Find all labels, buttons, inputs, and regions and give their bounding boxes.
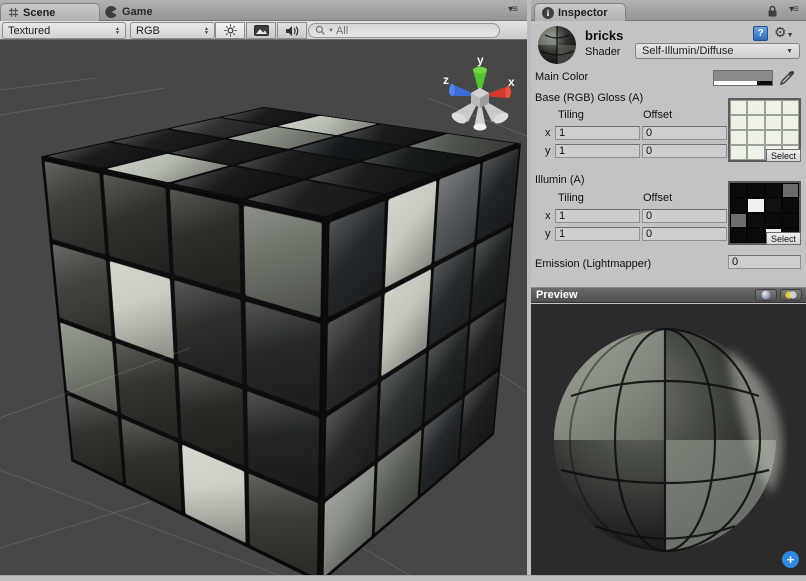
popup-arrows-icon: ▲▼ (109, 27, 120, 35)
base-texture-thumbnail[interactable]: Select (728, 98, 801, 162)
base-y-label: y (545, 145, 551, 157)
help-icon[interactable]: ? (753, 26, 768, 41)
render-mode-dropdown[interactable]: Textured ▲▼ (2, 22, 126, 39)
base-select-button[interactable]: Select (766, 149, 801, 162)
base-offset-label: Offset (643, 109, 672, 121)
main-color-label: Main Color (535, 71, 588, 83)
channel-value: RGB (136, 25, 160, 37)
popup-arrows-icon: ▲▼ (198, 27, 209, 35)
scene-tabbar: Scene Game ▾≡ (0, 0, 527, 21)
effects-button[interactable] (246, 22, 276, 39)
channel-dropdown[interactable]: RGB ▲▼ (130, 22, 215, 39)
unity-editor-window: Scene Game ▾≡ Textured ▲▼ RGB ▲▼ (0, 0, 806, 581)
preview-header[interactable]: Preview (531, 287, 806, 303)
window-bottom-strip (0, 575, 806, 581)
gizmo-y-label: y (477, 53, 484, 67)
scene-cube[interactable] (167, 123, 381, 516)
illumin-y-tiling-field[interactable]: 1 (555, 227, 640, 241)
preview-sphere (531, 304, 806, 575)
base-y-offset-field[interactable]: 0 (642, 144, 727, 158)
preview-label: Preview (536, 289, 578, 301)
sun-icon (224, 24, 237, 37)
tab-inspector[interactable]: i Inspector (534, 3, 626, 21)
inspector-tabbar: i Inspector ▾≡ (531, 0, 806, 21)
illumin-tiling-label: Tiling (558, 192, 584, 204)
illumin-y-offset-field[interactable]: 0 (642, 227, 727, 241)
illumin-x-tiling-field[interactable]: 1 (555, 209, 640, 223)
plus-icon[interactable]: + (782, 551, 799, 568)
main-color-swatch[interactable] (713, 70, 773, 86)
render-mode-value: Textured (8, 25, 50, 37)
tab-scene[interactable]: Scene (0, 3, 100, 21)
inspector-tab-menu-icon[interactable]: ▾≡ (789, 4, 798, 15)
tab-scene-label: Scene (23, 7, 55, 19)
material-preview[interactable]: + (531, 304, 806, 575)
illumin-offset-label: Offset (643, 192, 672, 204)
scene-panel: Scene Game ▾≡ Textured ▲▼ RGB ▲▼ (0, 0, 527, 575)
sphere-icon (761, 290, 771, 300)
search-input[interactable] (336, 25, 486, 37)
scene-viewport[interactable]: y x z (0, 40, 527, 575)
base-x-tiling-field[interactable]: 1 (555, 126, 640, 140)
illumin-x-label: x (545, 210, 551, 222)
lighting-toggle-button[interactable] (215, 22, 245, 39)
emission-field[interactable]: 0 (728, 255, 801, 269)
illumin-y-label: y (545, 228, 551, 240)
speaker-icon (285, 25, 299, 37)
grid-icon (8, 7, 19, 18)
base-tiling-label: Tiling (558, 109, 584, 121)
base-section-label: Base (RGB) Gloss (A) (535, 92, 643, 104)
axis-gizmo[interactable]: y x z (428, 48, 527, 136)
tab-game-label: Game (122, 6, 153, 18)
shader-value: Self-Illumin/Diffuse (642, 45, 734, 57)
material-name: bricks (585, 28, 623, 43)
audio-toggle-button[interactable] (277, 22, 307, 39)
base-x-offset-field[interactable]: 0 (642, 126, 727, 140)
eyedropper-icon[interactable] (779, 69, 795, 86)
illumin-x-offset-field[interactable]: 0 (642, 209, 727, 223)
material-ball-icon (537, 25, 577, 65)
shader-dropdown[interactable]: Self-Illumin/Diffuse ▼ (635, 43, 800, 59)
chevron-down-icon: ▼ (786, 48, 793, 55)
lock-icon[interactable] (767, 5, 778, 17)
tab-game[interactable]: Game (104, 3, 153, 21)
search-filter-arrow-icon[interactable]: ▼ (328, 28, 334, 34)
tab-inspector-label: Inspector (558, 7, 608, 19)
illumin-section-label: Illumin (A) (535, 174, 585, 186)
main-color-alpha-bar (714, 81, 772, 85)
two-spheres-icon (784, 290, 798, 300)
info-icon: i (542, 7, 554, 19)
scene-toolbar: Textured ▲▼ RGB ▲▼ (0, 21, 527, 40)
search-icon (315, 25, 326, 36)
image-icon (254, 25, 269, 36)
illumin-select-button[interactable]: Select (766, 232, 801, 245)
base-y-tiling-field[interactable]: 1 (555, 144, 640, 158)
scene-search-field[interactable]: ▼ (308, 23, 500, 38)
gear-icon[interactable]: ⚙▼ (774, 24, 794, 41)
inspector-panel: i Inspector ▾≡ bricks Shader Self-Il (531, 0, 806, 575)
scene-tab-menu-icon[interactable]: ▾≡ (508, 4, 517, 15)
illumin-texture-thumbnail[interactable]: Select (728, 181, 801, 245)
emission-label: Emission (Lightmapper) (535, 258, 651, 270)
game-icon (104, 5, 118, 19)
base-x-label: x (545, 127, 551, 139)
gizmo-z-label: z (443, 73, 449, 87)
shader-label: Shader (585, 46, 620, 58)
preview-sphere-button[interactable] (755, 289, 777, 301)
preview-lighting-button[interactable] (780, 289, 802, 301)
